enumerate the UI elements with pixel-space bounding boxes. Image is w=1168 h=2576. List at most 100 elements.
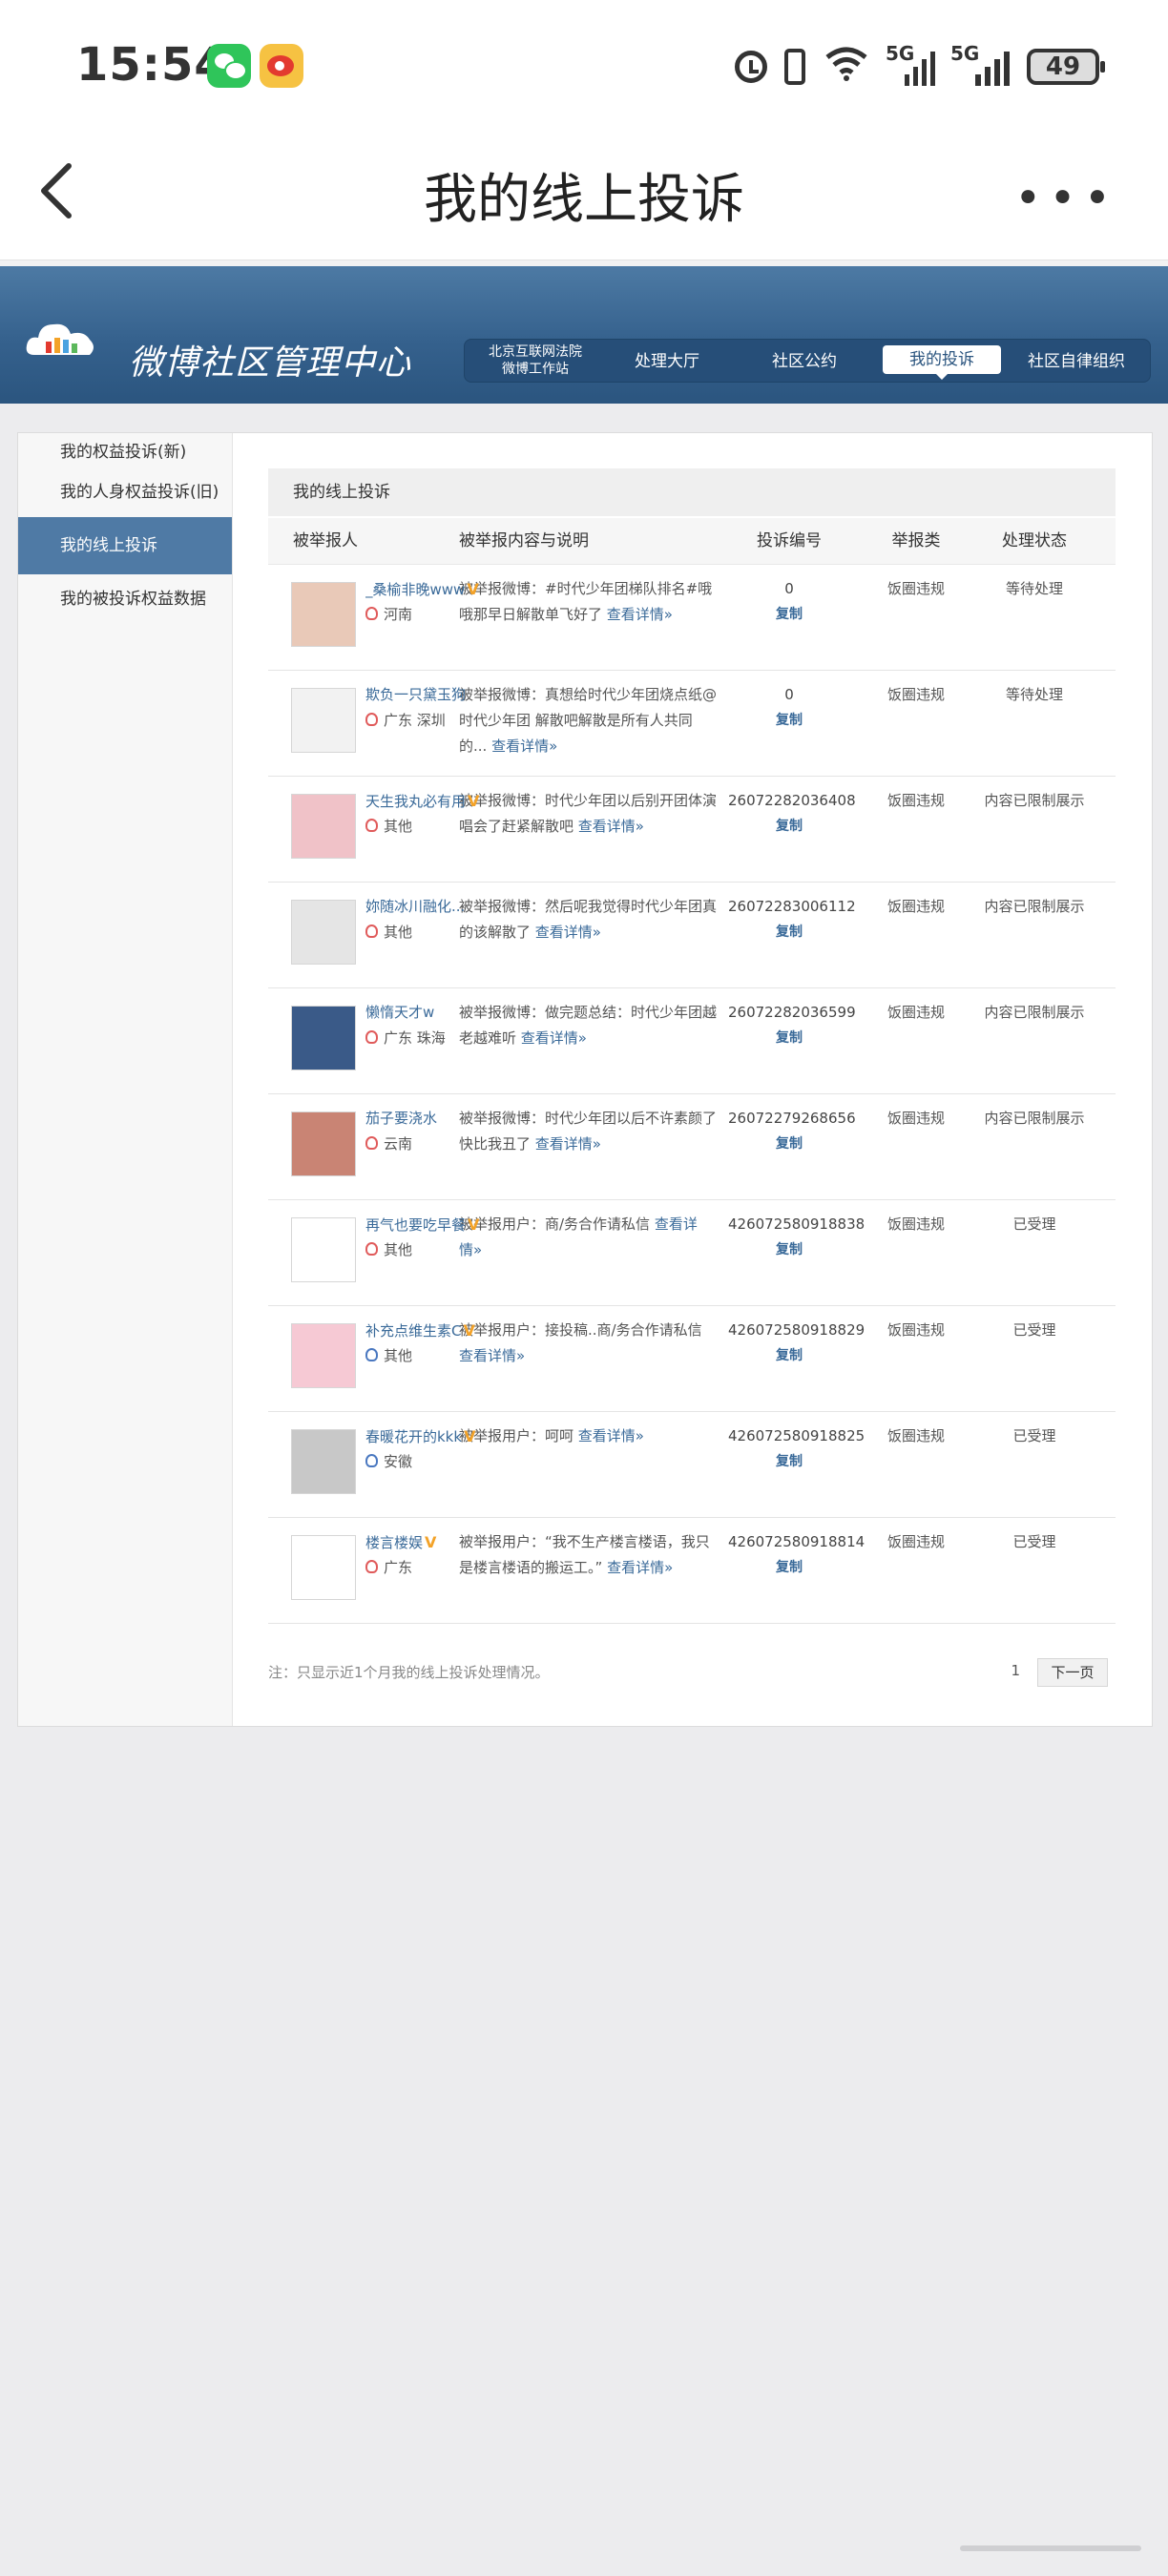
table-row: 欺负一只黛玉狗 广东 深圳 被举报微博：真想给时代少年团烧点纸@时代少年团 解散… [268,671,1116,777]
category-cell: 饭圈违规 [886,1215,945,1233]
view-details-link[interactable]: 查看详情» [491,737,557,755]
view-details-link[interactable]: 查看详情» [607,1559,673,1576]
content-cell: 被举报微博：做完题总结：时代少年团越老越难听 查看详情» [459,1004,718,1047]
table-body: _桑榆非晚www V 河南 被举报微博：#时代少年团梯队排名#哦哦那早日解散单飞好… [268,565,1116,1624]
header-status: 处理状态 [1002,531,1067,551]
copy-button[interactable]: 复制 [728,1343,850,1369]
reported-user-name[interactable]: 妳随冰川融化... [365,894,488,920]
gender-person-icon [365,819,378,832]
view-details-link[interactable]: 查看详情» [459,1347,525,1364]
table-row: 茄子要浇水 云南 被举报微博：时代少年团以后不许素颜了快比我丑了 查看详情» 2… [268,1094,1116,1200]
view-details-link[interactable]: 查看详情» [521,1029,587,1047]
verified-v-icon: V [425,1533,437,1551]
reported-user-cell: 妳随冰川融化... 其他 [268,883,465,987]
header-reported-user: 被举报人 [293,531,358,551]
view-details-link[interactable]: 查看详情» [607,606,673,623]
reported-user-name[interactable]: 楼言楼娱 V [365,1529,488,1556]
view-details-link[interactable]: 查看详情» [578,818,644,835]
copy-button[interactable]: 复制 [728,602,850,628]
copy-button[interactable]: 复制 [728,920,850,945]
avatar[interactable] [291,1111,356,1176]
nav-item-hall[interactable]: 处理大厅 [635,347,699,371]
user-location: 安徽 [365,1449,412,1475]
content-cell: 被举报用户：接投稿..商/务合作请私信 查看详情» [459,1321,702,1364]
avatar[interactable] [291,582,356,647]
user-location: 广东 深圳 [365,708,446,734]
gender-person-icon [365,924,378,938]
table-row: 懒惰天才w 广东 珠海 被举报微博：做完题总结：时代少年团越老越难听 查看详情»… [268,988,1116,1094]
sidebar-item-rights-new[interactable]: 我的权益投诉(新) [18,437,232,467]
copy-button[interactable]: 复制 [728,1132,850,1157]
reported-user-cell: 天生我丸必有用 V 其他 [268,777,479,882]
reported-user-name[interactable]: _桑榆非晚www V [365,576,488,603]
category-cell: 饭圈违规 [886,686,945,703]
footer-note: 注：只显示近1个月我的线上投诉处理情况。 [268,1664,550,1681]
avatar[interactable] [291,1429,356,1494]
more-menu-button[interactable]: ••• [1014,176,1118,221]
nav-bar: 我的线上投诉 ••• [0,134,1168,260]
reported-user-cell: 楼言楼娱 V 广东 [268,1518,459,1623]
copy-button[interactable]: 复制 [728,708,850,734]
copy-button[interactable]: 复制 [728,1026,850,1051]
system-icons: 5G 5G 49 [735,42,1105,92]
category-cell: 饭圈违规 [886,1004,945,1021]
copy-button[interactable]: 复制 [728,1555,850,1581]
reported-user-name[interactable]: 茄子要浇水 [365,1106,488,1132]
court-label: 北京互联网法院 [489,344,582,360]
category-cell: 饭圈违规 [886,1427,945,1444]
top-nav: 北京互联网法院 微博工作站 处理大厅 社区公约 我的投诉 社区自律组织 [464,339,1151,383]
wifi-icon [823,44,870,91]
court-station-link[interactable]: 北京互联网法院 微博工作站 [488,343,583,378]
signal-icon-2: 5G [950,42,1010,86]
content-cell: 被举报微博：真想给时代少年团烧点纸@时代少年团 解散吧解散是所有人共同的... … [459,686,718,755]
view-details-link[interactable]: 查看详情» [535,924,601,941]
avatar[interactable] [291,900,356,965]
page-number[interactable]: 1 [1011,1662,1020,1679]
content-cell: 被举报用户：商/务合作请私信 查看详情» [459,1215,698,1258]
reported-user-name[interactable]: 欺负一只黛玉狗 [365,682,488,708]
verified-v-icon: V [463,1321,475,1340]
status-cell: 等待处理 [1005,686,1063,703]
view-details-link[interactable]: 查看详情» [578,1427,644,1444]
reported-user-cell: 补充点维生素C V 其他 [268,1306,475,1411]
avatar[interactable] [291,1535,356,1600]
next-page-button[interactable]: 下一页 [1037,1658,1108,1687]
table-row: 补充点维生素C V 其他 被举报用户：接投稿..商/务合作请私信 查看详情» 42… [268,1306,1116,1412]
header-complaint-id: 投诉编号 [757,531,822,551]
copy-button[interactable]: 复制 [728,1237,850,1263]
category-cell: 饭圈违规 [886,580,945,597]
content-cell: 被举报微博：#时代少年团梯队排名#哦哦那早日解散单飞好了 查看详情» [459,580,713,623]
nav-item-self-regulation[interactable]: 社区自律组织 [1028,347,1125,371]
user-location: 其他 [365,1343,412,1369]
view-details-link[interactable]: 查看详情» [535,1135,601,1153]
copy-button[interactable]: 复制 [728,814,850,840]
verified-v-icon: V [468,1215,480,1234]
complaint-id-cell: 26072279268656 复制 [728,1094,856,1199]
complaint-id-cell: 426072580918825 复制 [728,1412,865,1517]
copy-button[interactable]: 复制 [728,1449,850,1475]
user-location: 其他 [365,920,412,945]
nav-item-rules[interactable]: 社区公约 [772,347,837,371]
reported-user-name[interactable]: 春暖花开的kkk V [365,1423,488,1450]
sidebar-item-complained-data[interactable]: 我的被投诉权益数据 [18,584,232,614]
gender-person-icon [365,713,378,726]
sidebar-item-online-complaints[interactable]: 我的线上投诉 [18,517,232,574]
avatar[interactable] [291,1006,356,1070]
reported-user-name[interactable]: 再气也要吃早餐 V [365,1212,488,1238]
complaint-id-cell: 26072282036408 复制 [728,777,856,882]
table-row: 再气也要吃早餐 V 其他 被举报用户：商/务合作请私信 查看详情» 4260725… [268,1200,1116,1306]
panel-title: 我的线上投诉 [268,468,1116,516]
reported-user-cell: 欺负一只黛玉狗 广东 深圳 [268,671,466,776]
avatar[interactable] [291,1323,356,1388]
status-cell: 内容已限制展示 [984,792,1085,809]
reported-user-name[interactable]: 懒惰天才w [365,1000,488,1026]
sidebar-item-personal-rights-old[interactable]: 我的人身权益投诉(旧) [18,477,232,508]
avatar[interactable] [291,794,356,859]
reported-user-name[interactable]: 补充点维生素C V [365,1318,488,1344]
reported-user-name[interactable]: 天生我丸必有用 V [365,788,488,815]
avatar[interactable] [291,1217,356,1282]
gender-person-icon [365,1348,378,1361]
avatar[interactable] [291,688,356,753]
nav-item-my-complaints[interactable]: 我的投诉 [883,345,1001,380]
content-cell: 被举报微博：然后呢我觉得时代少年团真的该解散了 查看详情» [459,898,718,941]
